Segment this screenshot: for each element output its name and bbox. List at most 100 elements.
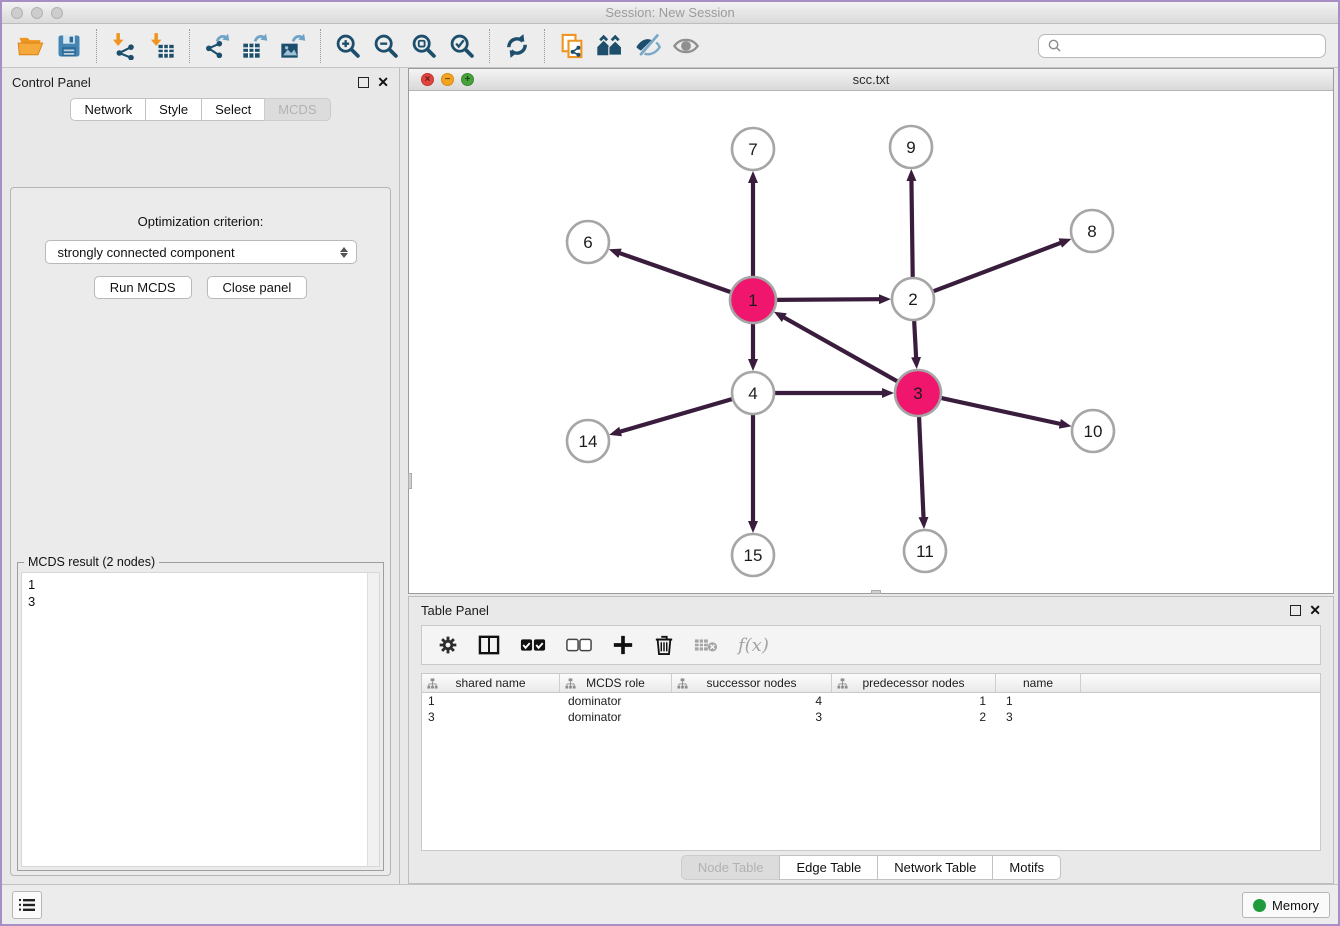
unselect-all-columns-icon[interactable] (566, 637, 592, 653)
column-header-mcds-role[interactable]: MCDS role (560, 674, 672, 692)
graph-node-label: 4 (748, 384, 757, 403)
cell-name[interactable]: 1 (996, 694, 1081, 708)
graph-edge-1-2[interactable] (777, 299, 880, 300)
tab-node-table[interactable]: Node Table (681, 855, 780, 880)
first-neighbors-icon[interactable] (594, 30, 626, 62)
memory-status-dot (1253, 899, 1266, 912)
close-panel-icon[interactable]: ✕ (377, 77, 389, 88)
graph-edge-2-3[interactable] (914, 321, 916, 358)
zoom-fit-icon[interactable] (408, 30, 440, 62)
zoom-in-icon[interactable] (332, 30, 364, 62)
result-scrollbar[interactable] (367, 573, 379, 866)
toolbar-divider (320, 29, 321, 63)
graph-node-label: 9 (906, 138, 915, 157)
add-column-icon[interactable] (612, 634, 634, 656)
cell-shared-name[interactable]: 1 (422, 694, 560, 708)
mcds-result-list[interactable]: 1 3 (21, 572, 380, 867)
search-field[interactable] (1038, 34, 1326, 58)
splitter-handle[interactable] (408, 473, 412, 489)
window-title: Session: New Session (2, 5, 1338, 20)
open-session-icon[interactable] (15, 30, 47, 62)
select-chevrons-icon (340, 247, 348, 258)
function-builder-icon[interactable]: f(x) (738, 635, 769, 656)
graph-edge-1-6[interactable] (619, 253, 730, 292)
import-network-icon[interactable] (108, 30, 140, 62)
table-row[interactable]: 1 dominator 4 1 1 (422, 693, 1320, 709)
table-panel: Table Panel ✕ (408, 596, 1334, 884)
cell-shared-name[interactable]: 3 (422, 710, 560, 724)
graph-edge-2-8[interactable] (934, 243, 1062, 291)
column-label: successor nodes (706, 676, 796, 690)
column-header-shared-name[interactable]: shared name (422, 674, 560, 692)
tab-network[interactable]: Network (70, 98, 145, 121)
column-label: name (1023, 676, 1053, 690)
tab-select[interactable]: Select (201, 98, 264, 121)
graph-node-label: 11 (916, 542, 934, 561)
float-table-panel-icon[interactable] (1290, 605, 1301, 616)
task-manager-button[interactable] (12, 891, 42, 919)
graph-edge-4-14[interactable] (620, 399, 732, 432)
toolbar-divider (489, 29, 490, 63)
control-panel-tabs: Network Style Select MCDS (2, 98, 399, 121)
select-all-columns-icon[interactable] (520, 637, 546, 653)
delete-table-icon[interactable] (694, 637, 718, 653)
cell-predecessor-nodes[interactable]: 2 (832, 710, 996, 724)
hierarchy-icon (837, 678, 848, 689)
hierarchy-icon (677, 678, 688, 689)
hierarchy-icon (565, 678, 576, 689)
import-table-icon[interactable] (146, 30, 178, 62)
network-canvas[interactable]: 7968124314101511 (409, 91, 1333, 593)
memory-button[interactable]: Memory (1242, 892, 1330, 918)
os-titlebar: Session: New Session (2, 2, 1338, 24)
graph-node-label: 6 (583, 233, 592, 252)
cell-mcds-role[interactable]: dominator (560, 710, 672, 724)
tab-edge-table[interactable]: Edge Table (779, 855, 877, 880)
hide-selected-icon[interactable] (632, 30, 664, 62)
zoom-selected-icon[interactable] (446, 30, 478, 62)
apply-layout-icon[interactable] (501, 30, 533, 62)
graph-node-label: 14 (579, 432, 598, 451)
mcds-result-group: MCDS result (2 nodes) 1 3 (17, 562, 384, 871)
graph-edge-3-10[interactable] (941, 398, 1060, 424)
optimization-criterion-label: Optimization criterion: (11, 214, 390, 229)
splitter-handle[interactable] (871, 590, 881, 594)
tab-style[interactable]: Style (145, 98, 201, 121)
export-network-icon[interactable] (201, 30, 233, 62)
tab-mcds[interactable]: MCDS (264, 98, 330, 121)
graph-edge-3-1[interactable] (783, 317, 897, 381)
column-layout-icon[interactable] (478, 635, 500, 655)
graph-edge-3-11[interactable] (919, 417, 923, 518)
graph-node-label: 3 (913, 384, 922, 403)
close-panel-button[interactable]: Close panel (207, 276, 308, 299)
run-mcds-button[interactable]: Run MCDS (94, 276, 192, 299)
cell-name[interactable]: 3 (996, 710, 1081, 724)
cell-predecessor-nodes[interactable]: 1 (832, 694, 996, 708)
graph-node-label: 7 (748, 140, 757, 159)
close-table-panel-icon[interactable]: ✕ (1309, 605, 1321, 616)
tab-motifs[interactable]: Motifs (992, 855, 1061, 880)
save-session-icon[interactable] (53, 30, 85, 62)
cell-successor-nodes[interactable]: 4 (672, 694, 832, 708)
toolbar-divider (544, 29, 545, 63)
column-label: MCDS role (586, 676, 645, 690)
export-image-icon[interactable] (277, 30, 309, 62)
optimization-select[interactable]: strongly connected component (45, 240, 357, 264)
zoom-out-icon[interactable] (370, 30, 402, 62)
tab-network-table[interactable]: Network Table (877, 855, 992, 880)
show-all-icon[interactable] (670, 30, 702, 62)
column-header-predecessor-nodes[interactable]: predecessor nodes (832, 674, 996, 692)
table-row[interactable]: 3 dominator 3 2 3 (422, 709, 1320, 725)
search-input[interactable] (1062, 38, 1317, 53)
column-header-name[interactable]: name (996, 674, 1081, 692)
graph-node-label: 2 (908, 290, 917, 309)
delete-column-trash-icon[interactable] (654, 634, 674, 656)
duplicate-network-icon[interactable] (556, 30, 588, 62)
main-toolbar (2, 24, 1338, 68)
table-settings-gear-icon[interactable] (438, 635, 458, 655)
graph-edge-2-9[interactable] (911, 180, 912, 277)
cell-successor-nodes[interactable]: 3 (672, 710, 832, 724)
export-table-icon[interactable] (239, 30, 271, 62)
float-panel-icon[interactable] (358, 77, 369, 88)
column-header-successor-nodes[interactable]: successor nodes (672, 674, 832, 692)
cell-mcds-role[interactable]: dominator (560, 694, 672, 708)
